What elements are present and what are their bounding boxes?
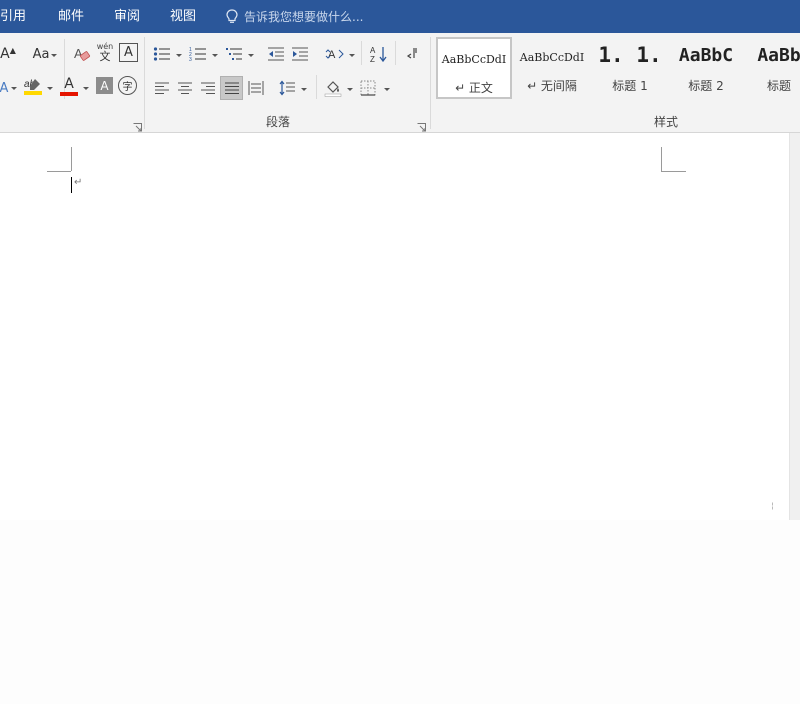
grow-font-button[interactable]: A ▲ <box>0 43 16 65</box>
text-cursor <box>71 177 72 193</box>
align-right-icon[interactable] <box>198 77 218 99</box>
chinese-layout-icon[interactable]: A <box>324 43 346 65</box>
vertical-scrollbar[interactable] <box>789 133 800 520</box>
line-spacing-dropdown-arrow[interactable] <box>301 88 307 91</box>
multilevel-dropdown-arrow[interactable] <box>248 54 254 57</box>
styles-group-label: 样式 <box>654 115 679 129</box>
paragraph-dialog-launcher-icon[interactable] <box>417 117 426 132</box>
crop-mark-vertical-right <box>661 147 662 171</box>
svg-text:3: 3 <box>189 57 192 62</box>
shading-dropdown-arrow[interactable] <box>347 88 353 91</box>
distributed-align-icon[interactable] <box>246 77 266 99</box>
paragraph-mark: ↵ <box>74 177 83 188</box>
ribbon: A ▲ Aa A wén 文 A A ab A A 字 1 2 3 A A Z … <box>0 33 800 133</box>
show-formatting-marks-icon[interactable] <box>403 43 421 65</box>
highlight-color-icon[interactable]: ab <box>20 75 46 97</box>
text-effects-dropdown-arrow[interactable] <box>11 87 17 90</box>
crop-mark-horizontal-left <box>47 171 71 172</box>
borders-icon[interactable] <box>358 77 378 99</box>
enclose-border-button[interactable]: A <box>119 43 138 62</box>
line-spacing-icon[interactable] <box>277 77 297 99</box>
numbering-dropdown-arrow[interactable] <box>212 54 218 57</box>
svg-text:A: A <box>370 46 376 55</box>
tab-review[interactable]: 审阅 <box>114 0 140 33</box>
phonetic-guide-button[interactable]: wén 文 <box>95 41 115 63</box>
tell-me-box[interactable]: 告诉我您想要做什么... <box>226 0 363 33</box>
tab-mailings[interactable]: 邮件 <box>58 0 84 33</box>
style-title[interactable]: AaBb 标题 <box>744 37 800 99</box>
ribbon-tab-bar: 引用 邮件 审阅 视图 告诉我您想要做什么... <box>0 0 800 33</box>
style-heading-2[interactable]: AaBbC 标题 2 <box>668 37 744 99</box>
lightbulb-icon <box>226 9 238 23</box>
increase-indent-icon[interactable] <box>290 43 310 65</box>
svg-text:Z: Z <box>370 55 375 63</box>
shading-bucket-icon[interactable] <box>323 77 343 99</box>
styles-gallery: AaBbCcDdI ↵ 正文 AaBbCcDdI ↵ 无间隔 1. 1. 标题 … <box>436 37 800 103</box>
borders-dropdown-arrow[interactable] <box>384 88 390 91</box>
page-edge-mark: ¦ <box>771 501 774 510</box>
sort-icon[interactable]: A Z <box>369 43 389 65</box>
crop-mark-horizontal-right <box>661 171 686 172</box>
bullets-icon[interactable] <box>152 43 172 65</box>
numbering-icon[interactable]: 1 2 3 <box>188 43 208 65</box>
font-color-button[interactable]: A <box>58 75 80 97</box>
clear-formatting-icon[interactable]: A <box>72 43 92 65</box>
style-no-spacing[interactable]: AaBbCcDdI ↵ 无间隔 <box>514 37 590 99</box>
character-shading-button[interactable]: A <box>96 77 113 94</box>
bullets-dropdown-arrow[interactable] <box>176 54 182 57</box>
style-normal[interactable]: AaBbCcDdI ↵ 正文 <box>436 37 512 99</box>
change-case-dropdown-arrow[interactable] <box>51 54 57 57</box>
font-color-dropdown-arrow[interactable] <box>83 87 89 90</box>
align-center-icon[interactable] <box>175 77 195 99</box>
decrease-indent-icon[interactable] <box>266 43 286 65</box>
paragraph-group-label: 段落 <box>266 115 291 129</box>
style-heading-1[interactable]: 1. 1. 标题 1 <box>592 37 668 99</box>
highlight-dropdown-arrow[interactable] <box>47 87 53 90</box>
document-page[interactable]: ↵ ¦ <box>0 133 789 520</box>
word-window: { "menu": { "tabs": [ {"label": "引用"}, {… <box>0 0 800 704</box>
chinese-layout-dropdown-arrow[interactable] <box>349 54 355 57</box>
enclose-characters-button[interactable]: 字 <box>118 76 137 95</box>
align-left-icon[interactable] <box>152 77 172 99</box>
crop-mark-vertical-left <box>71 147 72 171</box>
tell-me-placeholder: 告诉我您想要做什么... <box>244 10 364 24</box>
font-dialog-launcher-icon[interactable] <box>133 117 142 132</box>
text-effects-partial-icon[interactable]: A <box>0 77 8 99</box>
tab-references[interactable]: 引用 <box>0 0 26 33</box>
justify-icon[interactable] <box>220 76 243 100</box>
document-area: ↵ ¦ <box>0 133 800 704</box>
multilevel-list-icon[interactable] <box>224 43 244 65</box>
tab-view[interactable]: 视图 <box>170 0 196 33</box>
